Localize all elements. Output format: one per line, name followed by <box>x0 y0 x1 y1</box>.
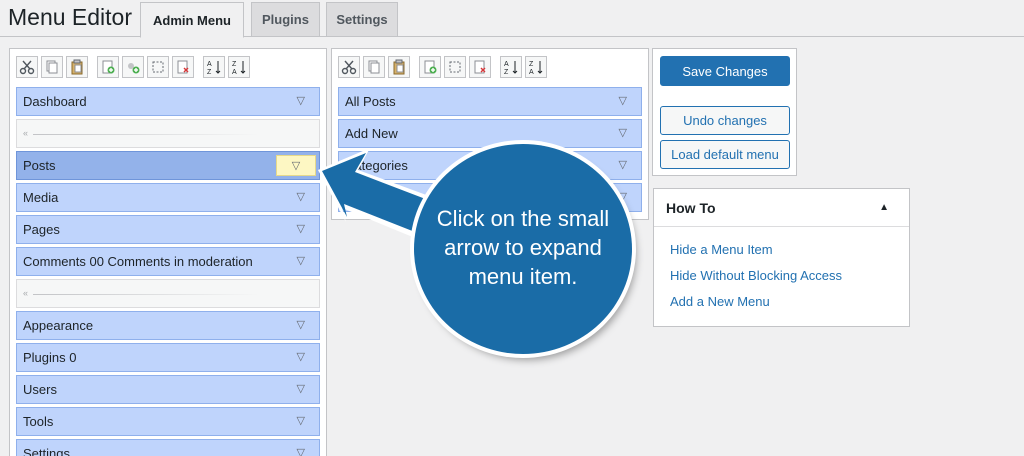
svg-text:A: A <box>207 61 212 68</box>
howto-link-add-new-menu[interactable]: Add a New Menu <box>670 294 770 309</box>
menu-item-dashboard[interactable]: Dashboard ▽ <box>16 87 320 116</box>
menu-item-label: Settings <box>23 446 70 456</box>
tab-bar: Menu Editor Admin Menu Plugins Settings <box>0 0 1024 38</box>
menu-item-label: Tools <box>23 414 54 429</box>
expand-arrow-icon[interactable]: ▽ <box>619 94 627 107</box>
menu-item-label: Media <box>23 190 59 205</box>
menu-toolbar: AZ ZA <box>16 56 250 78</box>
copy-icon[interactable] <box>41 56 63 78</box>
howto-header[interactable]: How To ▲ <box>654 189 909 227</box>
menu-item-comments[interactable]: Comments 00 Comments in moderation ▽ <box>16 247 320 276</box>
howto-link-hide-without-blocking[interactable]: Hide Without Blocking Access <box>670 268 842 283</box>
menu-item-tools[interactable]: Tools ▽ <box>16 407 320 436</box>
callout-line: arrow to expand <box>444 235 602 260</box>
submenu-item-label: All Posts <box>345 94 396 109</box>
expand-arrow-icon[interactable]: ▽ <box>297 446 305 456</box>
sort-descending-icon[interactable]: ZA <box>525 56 547 78</box>
new-separator-icon[interactable] <box>122 56 144 78</box>
menu-item-label: Plugins 0 <box>23 350 77 365</box>
expand-arrow-icon[interactable]: ▽ <box>297 318 305 331</box>
menu-item-appearance[interactable]: Appearance ▽ <box>16 311 320 340</box>
save-changes-button[interactable]: Save Changes <box>660 56 790 86</box>
submenu-item-label: Categories <box>345 158 408 173</box>
menu-item-label: Posts <box>23 158 56 173</box>
hide-icon[interactable] <box>444 56 466 78</box>
copy-icon[interactable] <box>363 56 385 78</box>
sort-descending-icon[interactable]: ZA <box>228 56 250 78</box>
svg-text:A: A <box>232 69 237 75</box>
menu-item-plugins[interactable]: Plugins 0 ▽ <box>16 343 320 372</box>
howto-panel: How To ▲ Hide a Menu Item Hide Without B… <box>653 188 910 327</box>
load-default-menu-button[interactable]: Load default menu <box>660 140 790 169</box>
separator-line <box>33 294 259 295</box>
svg-text:Z: Z <box>504 69 509 75</box>
expand-arrow-icon[interactable]: ▽ <box>297 350 305 363</box>
menu-separator[interactable]: « <box>16 279 320 308</box>
separator-line <box>33 134 259 135</box>
sort-ascending-icon[interactable]: AZ <box>203 56 225 78</box>
undo-changes-button[interactable]: Undo changes <box>660 106 790 135</box>
tab-settings[interactable]: Settings <box>326 2 398 37</box>
hide-icon[interactable] <box>147 56 169 78</box>
expand-arrow-icon[interactable]: ▽ <box>297 382 305 395</box>
cut-icon[interactable] <box>16 56 38 78</box>
paste-icon[interactable] <box>66 56 88 78</box>
submenu-item-label: Add New <box>345 126 398 141</box>
callout-line: Click on the small <box>436 206 610 231</box>
menu-item-label: Dashboard <box>23 94 87 109</box>
menu-item-pages[interactable]: Pages ▽ <box>16 215 320 244</box>
separator-handle-icon: « <box>23 288 29 298</box>
submenu-toolbar: AZ ZA <box>338 56 547 78</box>
new-item-icon[interactable] <box>97 56 119 78</box>
delete-icon[interactable] <box>172 56 194 78</box>
svg-text:Z: Z <box>529 61 534 68</box>
collapse-caret-icon[interactable]: ▲ <box>879 202 889 213</box>
sort-ascending-icon[interactable]: AZ <box>500 56 522 78</box>
menu-item-posts[interactable]: Posts ▽ <box>16 151 320 180</box>
submenu-item-all-posts[interactable]: All Posts ▽ <box>338 87 642 116</box>
tab-plugins[interactable]: Plugins <box>251 2 320 37</box>
expand-arrow-icon[interactable]: ▽ <box>619 158 627 171</box>
callout-text: Click on the small arrow to expand menu … <box>414 204 632 291</box>
menu-item-users[interactable]: Users ▽ <box>16 375 320 404</box>
howto-title: How To <box>666 199 716 216</box>
submenu-item-label: Tags <box>345 190 373 205</box>
expand-arrow-icon[interactable]: ▽ <box>619 126 627 139</box>
svg-text:A: A <box>504 61 509 68</box>
expand-arrow-icon[interactable]: ▽ <box>297 414 305 427</box>
menu-item-media[interactable]: Media ▽ <box>16 183 320 212</box>
expand-arrow-icon[interactable]: ▽ <box>297 94 305 107</box>
expand-arrow-icon[interactable]: ▽ <box>297 254 305 267</box>
menu-item-label: Pages <box>23 222 60 237</box>
paste-icon[interactable] <box>388 56 410 78</box>
svg-text:Z: Z <box>207 69 212 75</box>
tab-admin-menu[interactable]: Admin Menu <box>140 2 244 38</box>
menu-item-label: Appearance <box>23 318 94 333</box>
cut-icon[interactable] <box>338 56 360 78</box>
admin-menu-panel: AZ ZA Dashboard ▽ « Posts ▽ Media ▽ Page… <box>9 48 327 456</box>
submenu-item-add-new[interactable]: Add New ▽ <box>338 119 642 148</box>
expand-arrow-icon[interactable]: ▽ <box>297 190 305 203</box>
page-title: Menu Editor <box>8 4 133 30</box>
expand-arrow-icon[interactable]: ▽ <box>297 222 305 235</box>
svg-text:Z: Z <box>232 61 237 68</box>
callout-line: menu item. <box>468 264 578 289</box>
actions-panel: Save Changes Undo changes Load default m… <box>652 48 797 176</box>
howto-link-hide-menu-item[interactable]: Hide a Menu Item <box>670 242 773 257</box>
delete-icon[interactable] <box>469 56 491 78</box>
expand-arrow-icon[interactable]: ▽ <box>276 155 316 176</box>
menu-item-settings[interactable]: Settings ▽ <box>16 439 320 456</box>
menu-separator[interactable]: « <box>16 119 320 148</box>
separator-handle-icon: « <box>23 128 29 138</box>
svg-text:A: A <box>529 69 534 75</box>
menu-item-label: Users <box>23 382 57 397</box>
new-item-icon[interactable] <box>419 56 441 78</box>
menu-item-label: Comments 00 Comments in moderation <box>23 254 253 269</box>
